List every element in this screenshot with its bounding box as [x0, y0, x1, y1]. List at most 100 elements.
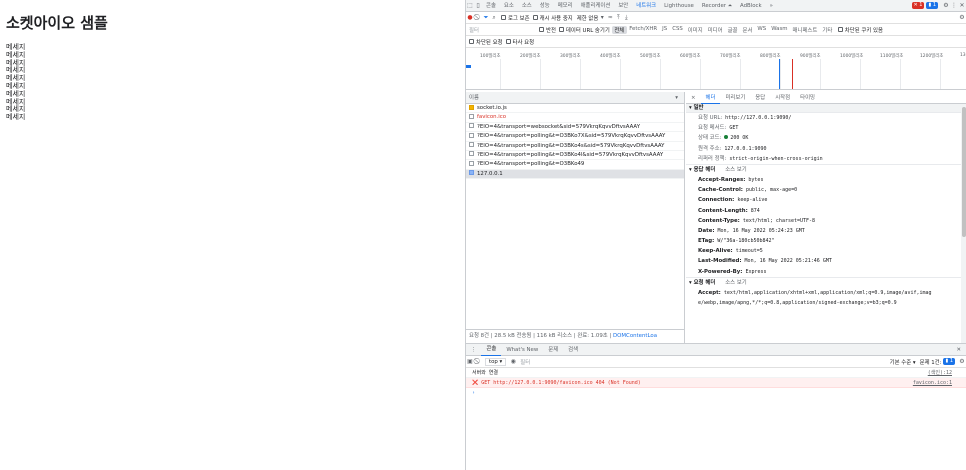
network-settings-gear-icon[interactable]: ⚙ [958, 14, 966, 21]
details-tab[interactable]: 시작점 [770, 92, 795, 104]
clear-icon[interactable]: ⃠ [474, 14, 482, 22]
search-icon[interactable]: ⌕ [490, 14, 498, 22]
sidebar-toggle-icon[interactable]: ▣ [466, 358, 474, 365]
details-tab[interactable]: 미리보기 [720, 92, 750, 104]
record-icon[interactable]: ● [466, 14, 474, 21]
details-tab[interactable]: 헤더 [700, 92, 721, 104]
disable-cache-checkbox[interactable] [532, 15, 538, 20]
inspect-icon[interactable]: ⬚ [466, 2, 474, 9]
devtools-tab[interactable]: 요소 [500, 0, 518, 11]
throttle-select[interactable]: 제한 없음 [577, 14, 599, 22]
eye-icon[interactable]: ◉ [509, 358, 517, 365]
invert-checkbox[interactable] [539, 27, 544, 32]
export-icon[interactable]: ⤓ [622, 14, 630, 22]
drawer-tab[interactable]: What's New [501, 344, 543, 356]
request-view-source-link[interactable]: 소스 보기 [725, 280, 747, 286]
wifi-icon[interactable]: ≈ [606, 14, 614, 21]
devtools-tab[interactable]: 콘솔 [482, 0, 500, 11]
request-headers-section-header[interactable]: ▾ 요청 헤더 소스 보기 [686, 276, 966, 288]
settings-gear-icon[interactable]: ⚙ [942, 2, 950, 9]
name-column-header[interactable]: 이름 ▾ [466, 92, 684, 104]
devtools-tab[interactable]: Lighthouse [660, 0, 698, 11]
filter-type-button[interactable]: Fetch/XHR [627, 26, 660, 34]
drawer-tab[interactable]: 문제 [543, 344, 563, 356]
preserve-log-checkbox[interactable] [501, 15, 506, 20]
load-marker [792, 59, 793, 89]
filter-type-button[interactable]: JS [660, 26, 670, 34]
more-tabs-button[interactable]: » [766, 0, 777, 11]
console-filter-input[interactable]: 필터 [517, 358, 777, 366]
request-name: favicon.ico [477, 114, 507, 121]
throttle-chevron-down-icon[interactable]: ▾ [598, 14, 606, 21]
context-select[interactable]: top ▾ [485, 357, 507, 366]
import-icon[interactable]: ⤒ [614, 14, 622, 22]
console-settings-gear-icon[interactable]: ⚙ [958, 358, 966, 365]
more-options-icon[interactable]: ⋮ [950, 2, 958, 9]
message-count-badge[interactable]: ▮ 1 [926, 2, 938, 9]
request-row[interactable]: ?EIO=4&transport=polling&t=O3BKo49 [466, 160, 684, 170]
close-icon[interactable]: ✕ [958, 2, 966, 9]
network-toolbar: ● ⃠ ⏷ ⌕ 로그 보존 캐시 사용 중지 제한 없음 ▾ ≈ ⤒ ⤓ ⚙ [466, 12, 966, 24]
general-value: 200 OK [730, 135, 749, 142]
issues-button[interactable]: 문제 1건: [920, 358, 942, 366]
filter-type-button[interactable]: 글꼴 [725, 26, 740, 34]
request-row[interactable]: ?EIO=4&transport=websocket&sid=579VkrqKq… [466, 123, 684, 133]
request-row[interactable]: favicon.ico [466, 113, 684, 123]
status-dcl: DOMContentLoa [613, 333, 658, 339]
filter-type-button[interactable]: Wasm [769, 26, 790, 34]
device-toggle-icon[interactable]: ▯ [474, 2, 482, 9]
response-view-source-link[interactable]: 소스 보기 [725, 167, 747, 173]
script-file-icon [469, 104, 474, 110]
filter-icon[interactable]: ⏷ [482, 14, 490, 22]
general-value: strict-origin-when-cross-origin [729, 155, 823, 162]
filter-type-button[interactable]: 매니페스트 [790, 26, 820, 34]
close-details-button[interactable]: × [686, 92, 701, 104]
console-source-link[interactable]: favicon.ico:1 [913, 378, 952, 388]
close-drawer-icon[interactable]: ✕ [951, 344, 966, 356]
request-row[interactable]: ?EIO=4&transport=polling&t=O3BKo7X&sid=5… [466, 132, 684, 142]
request-row[interactable]: 127.0.0.1 [466, 169, 684, 180]
hide-data-urls-checkbox[interactable] [558, 27, 564, 32]
blocked-cookies-checkbox[interactable] [837, 27, 843, 32]
filter-input[interactable]: 필터 [466, 26, 536, 34]
response-header-row: Last-Modified: Mon, 16 May 2022 05:21:46 … [686, 256, 966, 266]
details-tab[interactable]: 응답 [750, 92, 770, 104]
filter-type-button[interactable]: 문서 [740, 26, 755, 34]
filter-type-button[interactable]: 이미지 [685, 26, 705, 34]
issues-badge[interactable]: ▮ 1 [943, 358, 955, 365]
devtools-tab[interactable]: 성능 [536, 0, 554, 11]
timeline-tick-label: 600밀리초 [680, 54, 701, 59]
devtools-tab[interactable]: 애플리케이션 [577, 0, 615, 11]
details-scrollbar[interactable] [961, 104, 966, 343]
request-row[interactable]: ?EIO=4&transport=polling&t=O3BKo4s&sid=5… [466, 142, 684, 151]
drawer-tab[interactable]: 콘솔 [481, 343, 502, 356]
devtools-tab[interactable]: 네트워크 [632, 0, 661, 11]
devtools-tab[interactable]: AdBlock [736, 0, 766, 11]
general-section-header[interactable]: ▾ 일반 [686, 104, 966, 113]
scrollbar-thumb[interactable] [962, 107, 966, 237]
request-row[interactable]: ?EIO=4&transport=polling&t=O3BKo4l&sid=5… [466, 151, 684, 161]
devtools-tab[interactable]: 보안 [614, 0, 632, 11]
drawer-tab[interactable]: 검색 [563, 344, 583, 356]
clear-console-icon[interactable]: ⃠ [474, 358, 482, 366]
console-source-link[interactable]: (색인):12 [928, 368, 952, 378]
filter-type-button[interactable]: 기타 [820, 26, 835, 34]
request-row[interactable]: socket.io.js [466, 104, 684, 114]
filter-type-button[interactable]: 미디어 [705, 26, 725, 34]
drawer-menu-icon[interactable]: ⋮ [466, 344, 481, 356]
filter-type-button[interactable]: CSS [670, 26, 686, 34]
levels-select[interactable]: 기본 수준 ▾ [890, 358, 916, 366]
devtools-tab[interactable]: 메모리 [554, 0, 577, 11]
response-headers-section-header[interactable]: ▾ 응답 헤더 소스 보기 [686, 163, 966, 175]
console-prompt[interactable]: › [466, 388, 966, 398]
status-finish: 완료: 1.09초 [577, 333, 608, 339]
filter-type-button[interactable]: 전체 [611, 25, 627, 34]
filter-type-button[interactable]: WS [755, 26, 769, 34]
devtools-tab[interactable]: Recorder ⏶ [698, 0, 736, 11]
devtools-tab[interactable]: 소스 [518, 0, 536, 11]
blocked-requests-checkbox[interactable] [469, 39, 474, 44]
network-timeline[interactable]: 100밀리초 200밀리초 300밀리초 400밀리초 500밀리초 600밀리초 700밀… [466, 48, 966, 90]
details-tab[interactable]: 타이밍 [795, 92, 820, 104]
third-party-checkbox[interactable] [505, 39, 511, 44]
error-count-badge[interactable]: ✕ 1 [911, 2, 925, 9]
